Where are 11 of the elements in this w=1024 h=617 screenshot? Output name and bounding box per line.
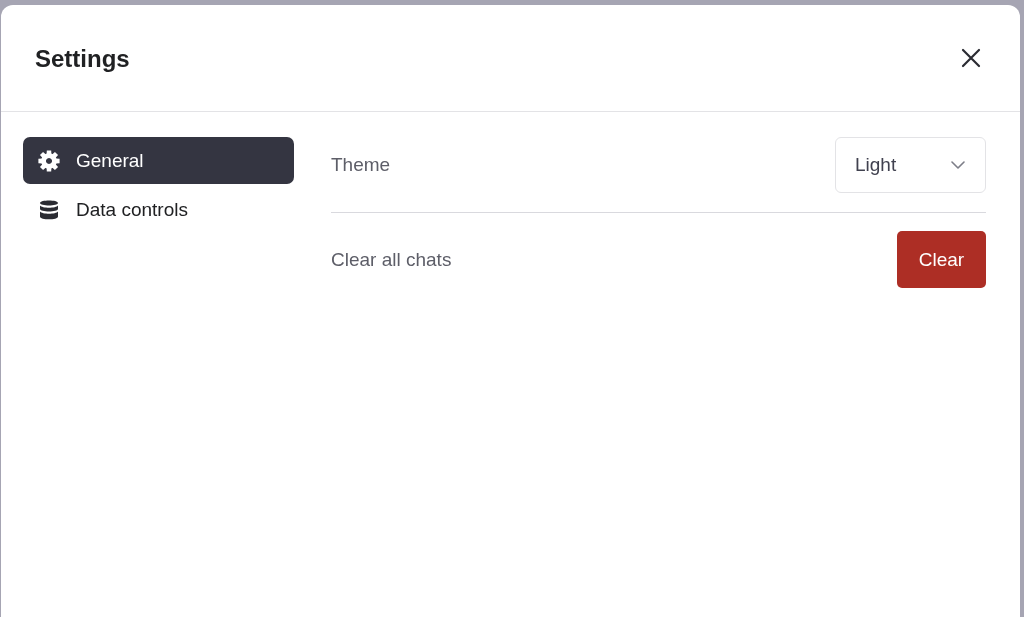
sidebar-tab[interactable]: Data controls — [23, 186, 294, 233]
clear-button[interactable]: Clear — [897, 231, 986, 288]
close-icon — [961, 48, 981, 68]
dialog-title: Settings — [35, 45, 130, 73]
gear-icon — [37, 148, 61, 173]
setting-label: Theme — [331, 154, 391, 176]
theme-dropdown[interactable]: Light — [835, 137, 986, 193]
close-button[interactable] — [960, 47, 982, 69]
sidebar-tab[interactable]: General — [23, 137, 294, 184]
chevron-down-icon — [951, 161, 965, 169]
setting-label: Clear all chats — [331, 248, 452, 271]
